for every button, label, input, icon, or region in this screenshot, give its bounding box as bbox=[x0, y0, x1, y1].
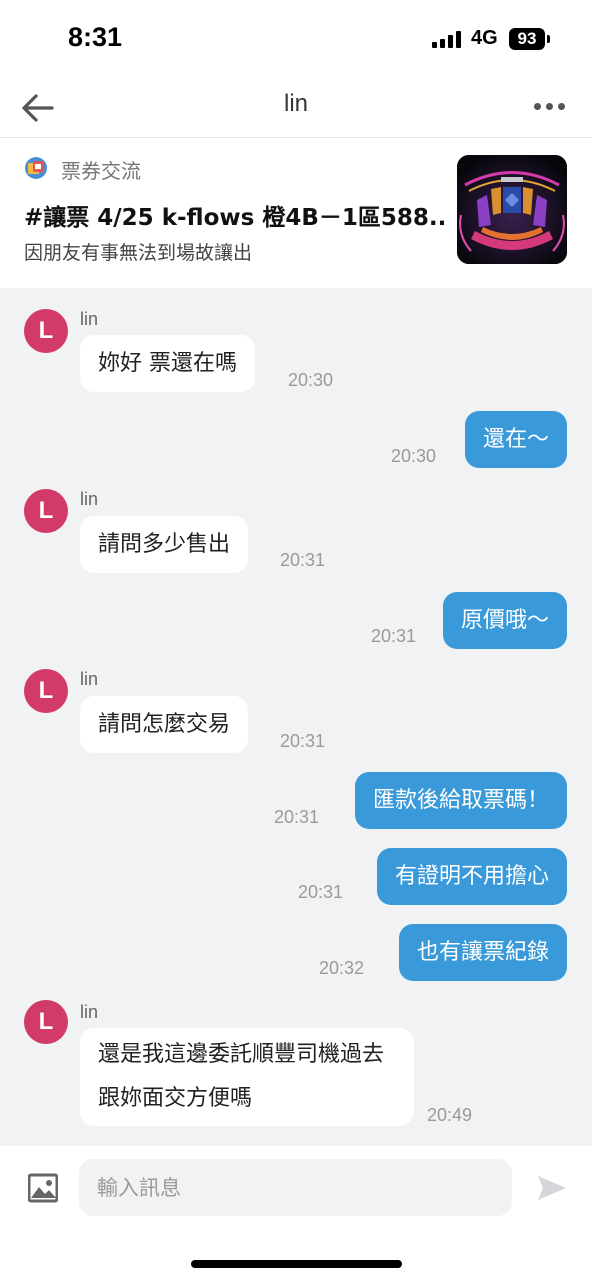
message-time: 20:32 bbox=[319, 958, 365, 978]
message-bubble-outgoing[interactable]: 也有讓票紀錄 bbox=[398, 924, 567, 981]
message-bubble-incoming[interactable]: 請問多少售出 bbox=[80, 516, 249, 573]
message-bubble-incoming[interactable]: 妳好 票還在嗎 bbox=[80, 335, 255, 392]
message-time: 20:31 bbox=[280, 550, 326, 570]
seating-chart-image bbox=[457, 155, 567, 264]
avatar[interactable]: L bbox=[24, 489, 68, 533]
message-bubble-outgoing[interactable]: 匯款後給取票碼！ bbox=[354, 772, 567, 829]
message-time: 20:49 bbox=[427, 1105, 473, 1125]
composer-bar bbox=[0, 1146, 592, 1280]
status-time: 8:31 bbox=[68, 22, 123, 52]
attach-image-button[interactable] bbox=[27, 1173, 59, 1203]
message-time: 20:31 bbox=[280, 731, 326, 751]
avatar[interactable]: L bbox=[24, 669, 68, 713]
avatar[interactable]: L bbox=[24, 309, 68, 353]
message-bubble-outgoing[interactable]: 有證明不用擔心 bbox=[376, 848, 567, 905]
post-card[interactable]: 票券交流 #讓票 4/25 k-flows 橙4B－1區588... 因朋友有事… bbox=[0, 139, 592, 288]
nav-bar: lin bbox=[0, 78, 592, 138]
message-time: 20:30 bbox=[288, 370, 334, 390]
send-button[interactable] bbox=[536, 1172, 568, 1204]
signal-icon bbox=[432, 31, 464, 48]
network-type: 4G bbox=[471, 27, 498, 49]
message-time: 20:31 bbox=[298, 882, 344, 902]
status-bar: 8:31 4G 93 bbox=[0, 0, 592, 78]
board-icon bbox=[25, 157, 47, 179]
board-name: 票券交流 bbox=[61, 159, 141, 183]
message-time: 20:31 bbox=[371, 626, 417, 646]
message-bubble-incoming[interactable]: 請問怎麼交易 bbox=[80, 696, 249, 753]
battery-nub bbox=[547, 35, 550, 43]
chat-area[interactable]: L lin 妳好 票還在嗎 20:30 20:30 還在～ L lin 請問多少… bbox=[0, 288, 592, 1146]
page-title: lin bbox=[283, 90, 308, 117]
more-button[interactable] bbox=[534, 92, 570, 120]
sender-name: lin bbox=[80, 309, 99, 329]
image-icon bbox=[27, 1173, 59, 1203]
post-title: #讓票 4/25 k-flows 橙4B－1區588... bbox=[24, 205, 444, 231]
send-icon bbox=[538, 1176, 566, 1200]
message-bubble-outgoing[interactable]: 原價哦～ bbox=[442, 592, 567, 649]
message-input[interactable] bbox=[79, 1159, 512, 1216]
post-description: 因朋友有事無法到場故讓出 bbox=[24, 242, 253, 264]
home-indicator bbox=[191, 1260, 402, 1268]
message-bubble-outgoing[interactable]: 還在～ bbox=[464, 411, 567, 468]
sender-name: lin bbox=[80, 489, 99, 509]
battery-icon: 93 bbox=[509, 28, 545, 50]
post-thumbnail bbox=[457, 155, 567, 264]
sender-name: lin bbox=[80, 669, 99, 689]
message-time: 20:31 bbox=[274, 807, 320, 827]
message-bubble-incoming[interactable]: 還是我這邊委託順豐司機過去跟妳面交方便嗎 bbox=[80, 1028, 414, 1126]
more-dots-icon bbox=[534, 102, 541, 110]
avatar[interactable]: L bbox=[24, 1000, 68, 1044]
message-time: 20:30 bbox=[391, 446, 437, 466]
sender-name: lin bbox=[80, 1002, 99, 1022]
